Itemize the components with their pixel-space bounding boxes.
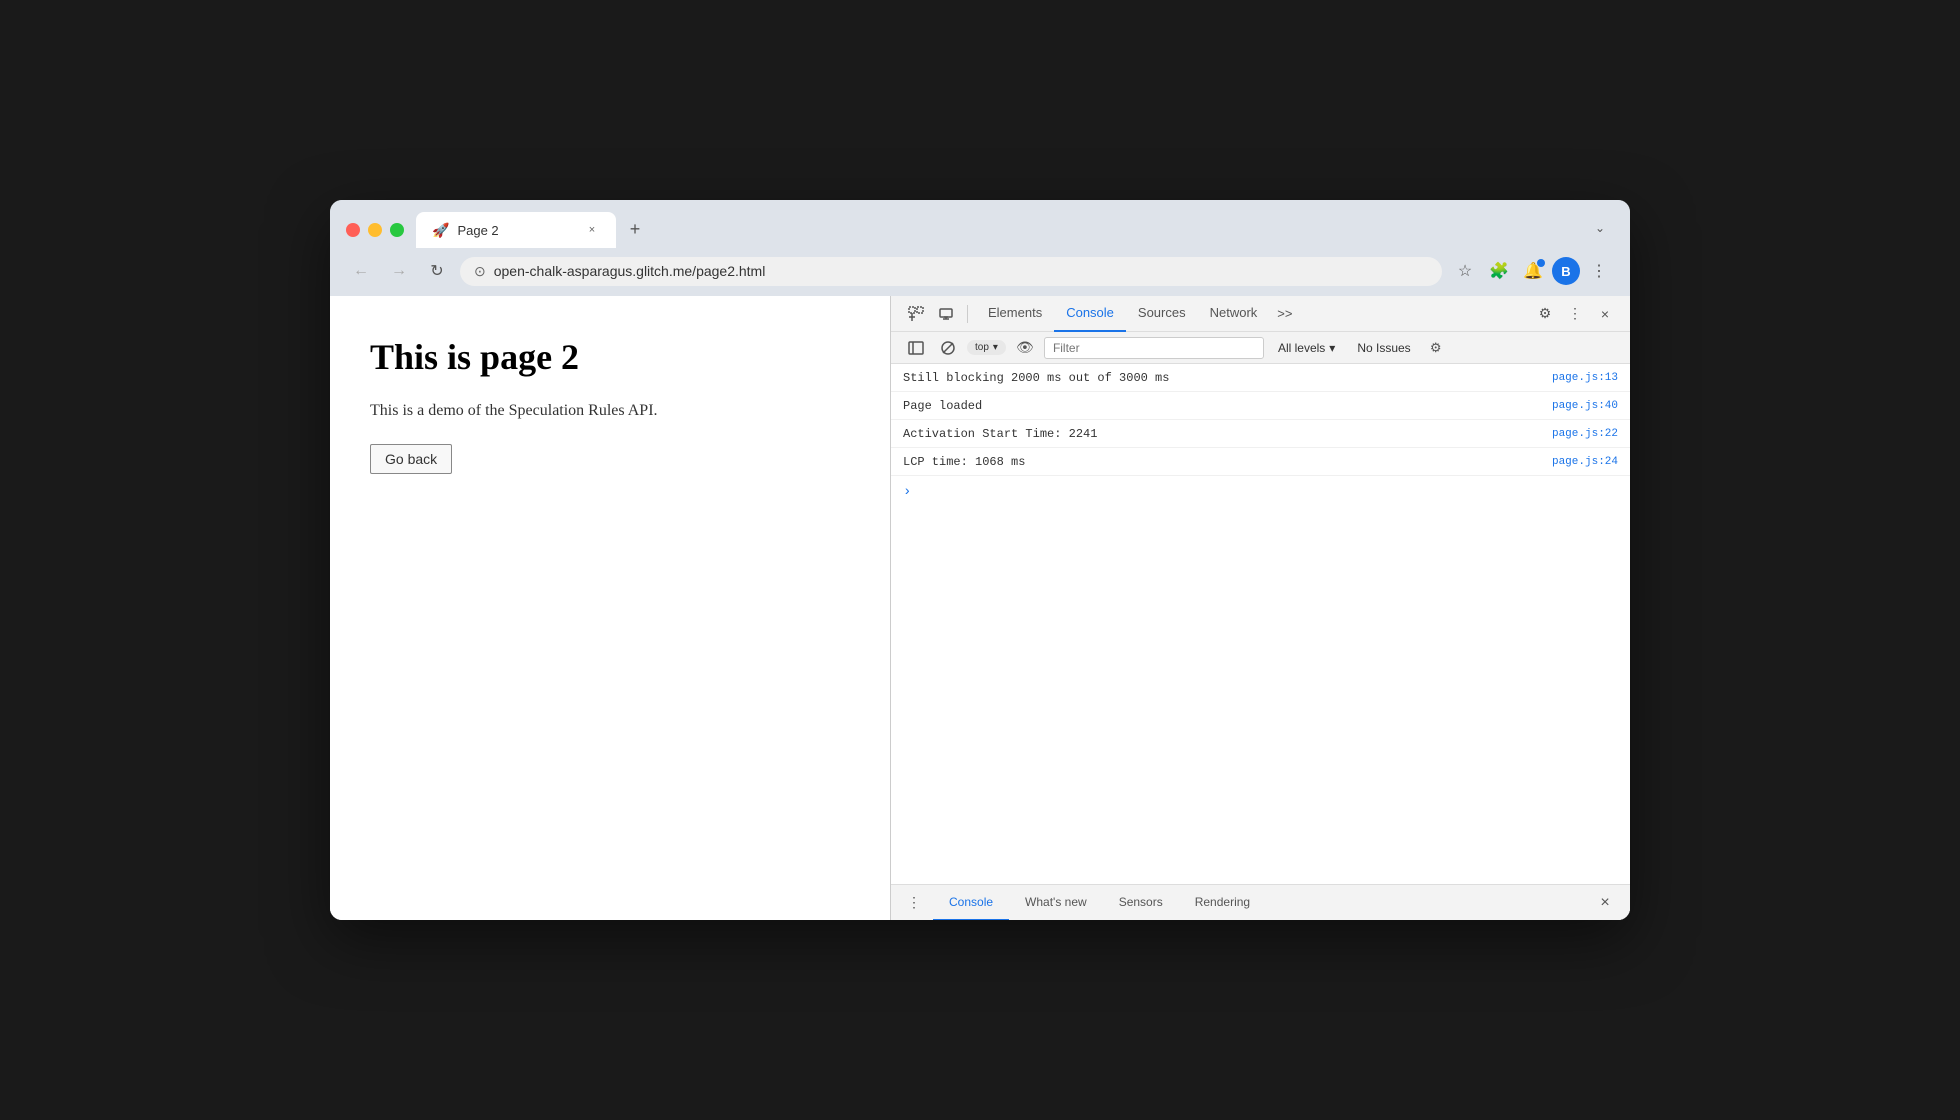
inspect-icon: [908, 306, 924, 322]
console-message-2: Activation Start Time: 2241 page.js:22: [891, 420, 1630, 448]
traffic-lights: [346, 223, 404, 237]
console-message-text-0: Still blocking 2000 ms out of 3000 ms: [903, 371, 1540, 385]
devtools-close-button[interactable]: ×: [1592, 301, 1618, 327]
devtools-settings-button[interactable]: ⚙: [1532, 301, 1558, 327]
nav-bar: ← → ↻ ⊙ open-chalk-asparagus.glitch.me/p…: [330, 250, 1630, 296]
bottom-tab-whats-new-label: What's new: [1025, 895, 1087, 909]
device-icon: [938, 306, 954, 322]
tab-close-button[interactable]: ×: [584, 222, 600, 238]
address-bar[interactable]: ⊙ open-chalk-asparagus.glitch.me/page2.h…: [460, 257, 1442, 286]
tab-favicon-icon: 🚀: [432, 222, 449, 239]
tab-network[interactable]: Network: [1198, 296, 1270, 332]
console-context-selector[interactable]: top ▾: [967, 340, 1006, 355]
back-button[interactable]: ←: [346, 256, 376, 286]
address-security-icon: ⊙: [474, 263, 486, 280]
bottom-tab-rendering-label: Rendering: [1195, 895, 1250, 909]
bottom-tab-sensors-label: Sensors: [1119, 895, 1163, 909]
devtools-device-button[interactable]: [933, 301, 959, 327]
notification-button[interactable]: 🔔: [1518, 256, 1548, 286]
console-prompt[interactable]: ›: [891, 476, 1630, 508]
console-message-link-3[interactable]: page.js:24: [1552, 456, 1618, 468]
extension-button[interactable]: 🧩: [1484, 256, 1514, 286]
devtools-toolbar: Elements Console Sources Network >> ⚙ ⋮: [891, 296, 1630, 332]
page-description: This is a demo of the Speculation Rules …: [370, 402, 850, 420]
clear-icon: [940, 340, 956, 356]
console-toggle-sidebar-button[interactable]: [903, 335, 929, 361]
levels-arrow-icon: ▾: [1329, 341, 1335, 355]
bottom-more-button[interactable]: ⋮: [903, 892, 925, 914]
profile-button[interactable]: B: [1552, 257, 1580, 285]
bottom-tab-console[interactable]: Console: [933, 885, 1009, 921]
devtools-panel: Elements Console Sources Network >> ⚙ ⋮: [890, 296, 1630, 920]
maximize-window-button[interactable]: [390, 223, 404, 237]
toolbar-separator: [967, 305, 968, 323]
console-message-text-1: Page loaded: [903, 399, 1540, 413]
title-bar: 🚀 Page 2 × + ⌄: [330, 200, 1630, 250]
devtools-toolbar-right: ⚙ ⋮ ×: [1532, 301, 1618, 327]
devtools-tabs: Elements Console Sources Network >>: [976, 296, 1528, 332]
tab-sources[interactable]: Sources: [1126, 296, 1198, 332]
devtools-bottom-bar: ⋮ Console What's new Sensors Rendering ×: [891, 884, 1630, 920]
devtools-more-options-button[interactable]: ⋮: [1562, 301, 1588, 327]
console-message-text-2: Activation Start Time: 2241: [903, 427, 1540, 441]
tabs-area: 🚀 Page 2 × +: [416, 212, 1574, 248]
sidebar-toggle-icon: [908, 340, 924, 356]
go-back-button[interactable]: Go back: [370, 444, 452, 474]
console-message-3: LCP time: 1068 ms page.js:24: [891, 448, 1630, 476]
console-message-link-1[interactable]: page.js:40: [1552, 400, 1618, 412]
tab-console[interactable]: Console: [1054, 296, 1126, 332]
console-message-link-2[interactable]: page.js:22: [1552, 428, 1618, 440]
notification-badge: [1537, 259, 1545, 267]
main-content: This is page 2 This is a demo of the Spe…: [330, 296, 1630, 920]
context-dropdown-arrow: ▾: [993, 342, 998, 353]
prompt-chevron-icon: ›: [903, 484, 911, 500]
levels-label: All levels: [1278, 341, 1325, 355]
console-message-0: Still blocking 2000 ms out of 3000 ms pa…: [891, 364, 1630, 392]
browser-tab[interactable]: 🚀 Page 2 ×: [416, 212, 616, 248]
console-message-text-3: LCP time: 1068 ms: [903, 455, 1540, 469]
context-label: top: [975, 342, 989, 353]
browser-window: 🚀 Page 2 × + ⌄ ← → ↻ ⊙ open-chalk-aspara…: [330, 200, 1630, 920]
devtools-inspect-button[interactable]: [903, 301, 929, 327]
bottom-tab-sensors[interactable]: Sensors: [1103, 885, 1179, 921]
chrome-menu-button[interactable]: ⋮: [1584, 256, 1614, 286]
bottom-close-button[interactable]: ×: [1592, 890, 1618, 916]
console-message-1: Page loaded page.js:40: [891, 392, 1630, 420]
bottom-tab-rendering[interactable]: Rendering: [1179, 885, 1266, 921]
new-tab-button[interactable]: +: [620, 214, 650, 244]
console-messages: Still blocking 2000 ms out of 3000 ms pa…: [891, 364, 1630, 884]
bottom-tab-console-label: Console: [949, 895, 993, 909]
close-window-button[interactable]: [346, 223, 360, 237]
address-url-text: open-chalk-asparagus.glitch.me/page2.htm…: [494, 263, 1428, 279]
console-filter-input[interactable]: [1044, 337, 1264, 359]
console-message-link-0[interactable]: page.js:13: [1552, 372, 1618, 384]
tab-dropdown-button[interactable]: ⌄: [1586, 214, 1614, 242]
console-eye-button[interactable]: 👁: [1012, 335, 1038, 361]
tab-title-label: Page 2: [457, 223, 576, 238]
console-settings-button[interactable]: ⚙: [1425, 337, 1447, 359]
tab-elements[interactable]: Elements: [976, 296, 1054, 332]
bookmark-button[interactable]: ☆: [1450, 256, 1480, 286]
reload-button[interactable]: ↻: [422, 256, 452, 286]
nav-actions: ☆ 🧩 🔔 B ⋮: [1450, 256, 1614, 286]
forward-button[interactable]: →: [384, 256, 414, 286]
console-clear-button[interactable]: [935, 335, 961, 361]
console-no-issues-badge: No Issues: [1349, 339, 1418, 357]
minimize-window-button[interactable]: [368, 223, 382, 237]
page-content: This is page 2 This is a demo of the Spe…: [330, 296, 890, 920]
bottom-tab-whats-new[interactable]: What's new: [1009, 885, 1103, 921]
console-levels-dropdown[interactable]: All levels ▾: [1270, 339, 1343, 357]
console-toolbar: top ▾ 👁 All levels ▾ No Issues ⚙: [891, 332, 1630, 364]
devtools-more-tabs-button[interactable]: >>: [1269, 296, 1300, 332]
browser-controls-right: ⌄: [1586, 214, 1614, 242]
page-title: This is page 2: [370, 336, 850, 378]
